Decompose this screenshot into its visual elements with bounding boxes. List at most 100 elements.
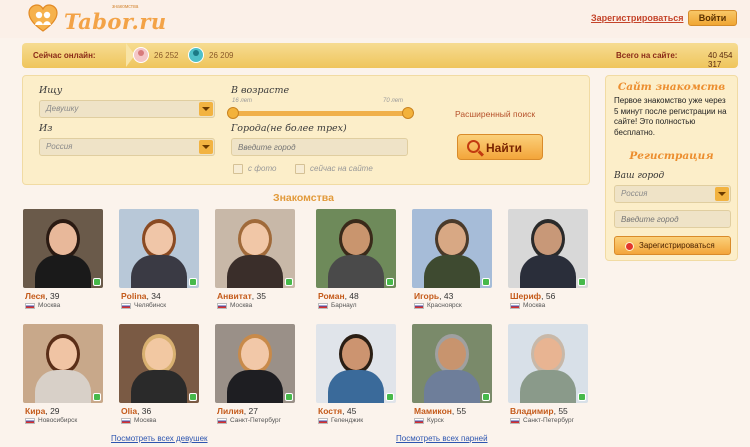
country-select[interactable]: Россия (39, 138, 215, 156)
age-min-handle[interactable] (227, 107, 239, 119)
with-photo-label: с фото (248, 164, 277, 173)
age-range-slider[interactable] (233, 111, 408, 116)
online-status-icon (93, 393, 101, 401)
profile-age: , 55 (553, 406, 568, 416)
profile-name[interactable]: Шериф (510, 291, 541, 301)
sidebar-title: Сайт знакомств (617, 81, 726, 93)
profile-name[interactable]: Анвитат (217, 291, 252, 301)
profile-photo[interactable] (316, 324, 396, 403)
profile-city: Барнаул (331, 302, 357, 309)
online-status-icon (386, 278, 394, 286)
russia-flag-icon (318, 303, 328, 309)
age-max-handle[interactable] (402, 107, 414, 119)
profile-name-row: Владимир, 55 (510, 406, 568, 416)
sidebar-country-value: Россия (621, 189, 648, 198)
profile-photo[interactable] (23, 324, 103, 403)
profile-name-row: Polina, 34 (121, 291, 161, 301)
profile-card[interactable]: Анвитат, 35 Москва (215, 209, 295, 309)
online-female-count: 26 252 (154, 51, 179, 60)
profile-age: , 34 (146, 291, 161, 301)
sidebar-city-input[interactable] (614, 210, 731, 228)
profile-photo[interactable] (316, 209, 396, 288)
russia-flag-icon (121, 303, 131, 309)
profile-photo[interactable] (119, 209, 199, 288)
profile-card[interactable]: Леся, 39 Москва (23, 209, 103, 309)
profile-name[interactable]: Кира (25, 406, 45, 416)
russia-flag-icon (217, 418, 227, 424)
profile-city: Курск (427, 417, 444, 424)
cities-label: Города(не более трех) (231, 123, 347, 134)
registration-title: Регистрация (629, 150, 714, 162)
advanced-search-link[interactable]: Расширенный поиск (455, 109, 535, 119)
register-link[interactable]: Зарегистрироваться (591, 13, 683, 23)
profile-photo[interactable] (412, 209, 492, 288)
sidebar-register-button[interactable]: Зарегистрироваться (614, 236, 731, 255)
profile-name[interactable]: Лилия (217, 406, 244, 416)
age-min-label: 16 лет (232, 98, 252, 104)
profile-card[interactable]: Шериф, 56 Москва (508, 209, 588, 309)
profile-photo[interactable] (215, 324, 295, 403)
profile-name[interactable]: Владимир (510, 406, 554, 416)
profile-name-row: Лилия, 27 (217, 406, 258, 416)
profile-name-row: Игорь, 43 (414, 291, 453, 301)
online-label: Сейчас онлайн: (33, 51, 96, 60)
profile-city: Челябинск (134, 302, 167, 309)
profile-card[interactable]: Лилия, 27 Санкт-Петербург (215, 324, 295, 424)
profile-name[interactable]: Леся (25, 291, 45, 301)
profile-photo[interactable] (508, 209, 588, 288)
online-now-checkbox[interactable] (295, 164, 305, 174)
login-button[interactable]: Войти (688, 10, 737, 26)
profile-photo[interactable] (119, 324, 199, 403)
online-status-icon (482, 393, 490, 401)
city-input[interactable] (231, 138, 408, 156)
online-status-icon (189, 278, 197, 286)
male-avatar-icon (188, 47, 204, 63)
profile-name-row: Кира, 29 (25, 406, 60, 416)
profile-card[interactable]: Костя, 45 Геленджик (316, 324, 396, 424)
profile-age: , 35 (251, 291, 266, 301)
profile-card[interactable]: Мамикон, 55 Курск (412, 324, 492, 424)
see-all-boys-link[interactable]: Посмотреть всех парней (396, 434, 488, 443)
profile-card[interactable]: Olia, 36 Москва (119, 324, 199, 424)
sidebar-country-select[interactable]: Россия (614, 185, 731, 203)
online-status-icon (578, 393, 586, 401)
profile-photo[interactable] (412, 324, 492, 403)
profile-card[interactable]: Роман, 48 Барнаул (316, 209, 396, 309)
profile-name[interactable]: Мамикон (414, 406, 452, 416)
see-all-girls-link[interactable]: Посмотреть всех девушек (111, 434, 208, 443)
seek-select[interactable]: Девушку (39, 100, 215, 118)
profile-age: , 45 (342, 406, 357, 416)
profile-name[interactable]: Polina (121, 291, 147, 301)
profile-city: Москва (230, 302, 253, 309)
profile-name[interactable]: Костя (318, 406, 342, 416)
profile-name[interactable]: Игорь (414, 291, 439, 301)
find-button[interactable]: Найти (457, 134, 543, 160)
profile-photo[interactable] (23, 209, 103, 288)
profile-photo[interactable] (508, 324, 588, 403)
heart-logo-icon (28, 4, 58, 32)
profile-photo[interactable] (215, 209, 295, 288)
profile-city: Геленджик (331, 417, 364, 424)
online-stats-bar: Сейчас онлайн: 26 252 26 209 Всего на са… (22, 43, 738, 69)
online-now-label: сейчас на сайте (310, 164, 373, 173)
profile-city: Санкт-Петербург (230, 417, 281, 424)
russia-flag-icon (25, 418, 35, 424)
site-logo[interactable]: знакомства Tabor.ru (28, 4, 168, 34)
russia-flag-icon (121, 418, 131, 424)
total-value: 40 454 317 (708, 51, 733, 69)
profile-name-row: Леся, 39 (25, 291, 59, 301)
profile-name-row: Роман, 48 (318, 291, 359, 301)
profile-name[interactable]: Роман (318, 291, 345, 301)
profile-name[interactable]: Olia (121, 406, 137, 416)
profile-card[interactable]: Игорь, 43 Красноярск (412, 209, 492, 309)
profile-card[interactable]: Polina, 34 Челябинск (119, 209, 199, 309)
profile-card[interactable]: Кира, 29 Новосибирск (23, 324, 103, 424)
profile-city: Красноярск (427, 302, 462, 309)
find-button-label: Найти (486, 141, 522, 155)
with-photo-checkbox[interactable] (233, 164, 243, 174)
seek-label: Ищу (39, 85, 63, 96)
dating-section-title: Знакомства (273, 192, 334, 204)
profile-card[interactable]: Владимир, 55 Санкт-Петербург (508, 324, 588, 424)
online-status-icon (285, 278, 293, 286)
profile-age: , 27 (243, 406, 258, 416)
